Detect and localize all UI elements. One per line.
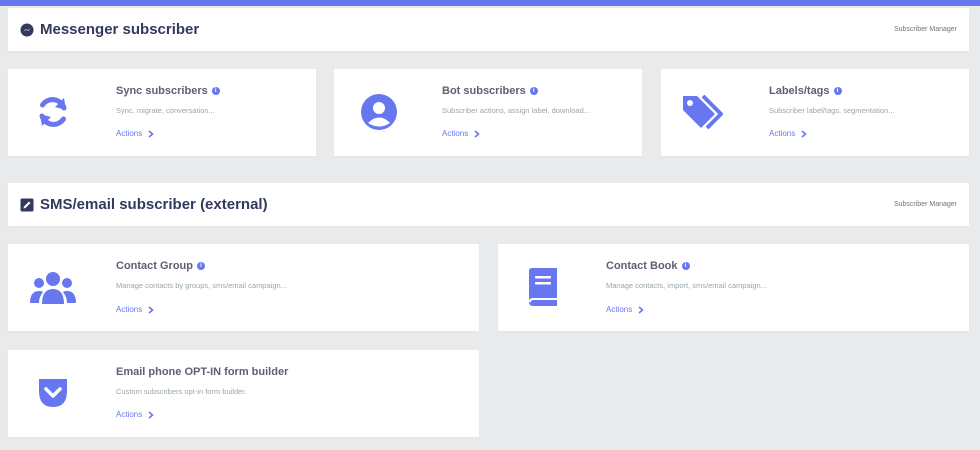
subscriber-manager-link[interactable]: Subscriber Manager xyxy=(894,201,957,208)
card-title-text: Sync subscribers xyxy=(116,85,208,97)
actions-link[interactable]: Actions xyxy=(116,305,154,314)
chevron-right-icon xyxy=(148,305,154,314)
actions-label: Actions xyxy=(116,129,143,138)
section-title: Messenger subscriber xyxy=(20,21,199,38)
section-title: SMS/email subscriber (external) xyxy=(20,196,268,213)
card-sync-subscribers: Sync subscribers i Sync, migrate, conver… xyxy=(8,69,316,156)
chevron-right-icon xyxy=(148,129,154,138)
chevron-right-icon xyxy=(148,410,154,419)
info-icon[interactable]: i xyxy=(681,262,690,270)
section-header-messenger: Messenger subscriber Subscriber Manager xyxy=(8,8,969,51)
section-header-sms-email: SMS/email subscriber (external) Subscrib… xyxy=(8,183,969,226)
actions-label: Actions xyxy=(606,305,633,314)
card-optin-form-builder: Email phone OPT-IN form builder Custom s… xyxy=(8,350,479,437)
card-title: Contact Book i xyxy=(606,260,690,272)
card-description: Custom subscribers opt-in form builder. xyxy=(116,387,247,396)
actions-link[interactable]: Actions xyxy=(116,129,154,138)
card-description: Sync, migrate, conversation... xyxy=(116,106,215,115)
subscriber-manager-link[interactable]: Subscriber Manager xyxy=(894,26,957,33)
card-title-text: Contact Group xyxy=(116,260,193,272)
chevron-right-icon xyxy=(474,129,480,138)
card-description: Subscriber label/tags, segmentation... xyxy=(769,106,895,115)
card-bot-subscribers: Bot subscribers i Subscriber actions, as… xyxy=(334,69,642,156)
actions-link[interactable]: Actions xyxy=(442,129,480,138)
card-title-text: Labels/tags xyxy=(769,85,830,97)
card-title: Labels/tags i xyxy=(769,85,842,97)
card-title-text: Contact Book xyxy=(606,260,678,272)
actions-link[interactable]: Actions xyxy=(769,129,807,138)
card-description: Subscriber actions, assign label, downlo… xyxy=(442,106,591,115)
section-title-text: SMS/email subscriber (external) xyxy=(40,196,268,213)
chevron-right-icon xyxy=(638,305,644,314)
edit-square-icon xyxy=(20,198,34,212)
info-icon[interactable]: i xyxy=(833,87,842,95)
card-title-text: Bot subscribers xyxy=(442,85,526,97)
card-labels-tags: Labels/tags i Subscriber label/tags, seg… xyxy=(661,69,969,156)
pocket-icon xyxy=(34,374,72,412)
users-icon xyxy=(28,268,78,308)
actions-label: Actions xyxy=(769,129,796,138)
user-circle-icon xyxy=(358,91,400,133)
info-icon[interactable]: i xyxy=(529,87,538,95)
card-contact-group: Contact Group i Manage contacts by group… xyxy=(8,244,479,331)
actions-label: Actions xyxy=(442,129,469,138)
info-icon[interactable]: i xyxy=(211,87,220,95)
card-title: Contact Group i xyxy=(116,260,205,272)
card-title: Sync subscribers i xyxy=(116,85,220,97)
card-contact-book: Contact Book i Manage contacts, import, … xyxy=(498,244,969,331)
card-description: Manage contacts by groups, sms/email cam… xyxy=(116,281,287,290)
messenger-icon xyxy=(20,23,34,37)
actions-link[interactable]: Actions xyxy=(116,410,154,419)
card-title-text: Email phone OPT-IN form builder xyxy=(116,366,289,378)
actions-label: Actions xyxy=(116,305,143,314)
book-icon xyxy=(524,266,562,308)
sync-icon xyxy=(32,91,74,133)
info-icon[interactable]: i xyxy=(197,262,205,270)
chevron-right-icon xyxy=(801,129,807,138)
tags-icon xyxy=(681,91,729,133)
card-description: Manage contacts, import, sms/email campa… xyxy=(606,281,767,290)
actions-link[interactable]: Actions xyxy=(606,305,644,314)
actions-label: Actions xyxy=(116,410,143,419)
top-accent-band xyxy=(0,0,980,6)
card-title: Bot subscribers i xyxy=(442,85,538,97)
card-title: Email phone OPT-IN form builder xyxy=(116,366,288,378)
section-title-text: Messenger subscriber xyxy=(40,21,200,38)
